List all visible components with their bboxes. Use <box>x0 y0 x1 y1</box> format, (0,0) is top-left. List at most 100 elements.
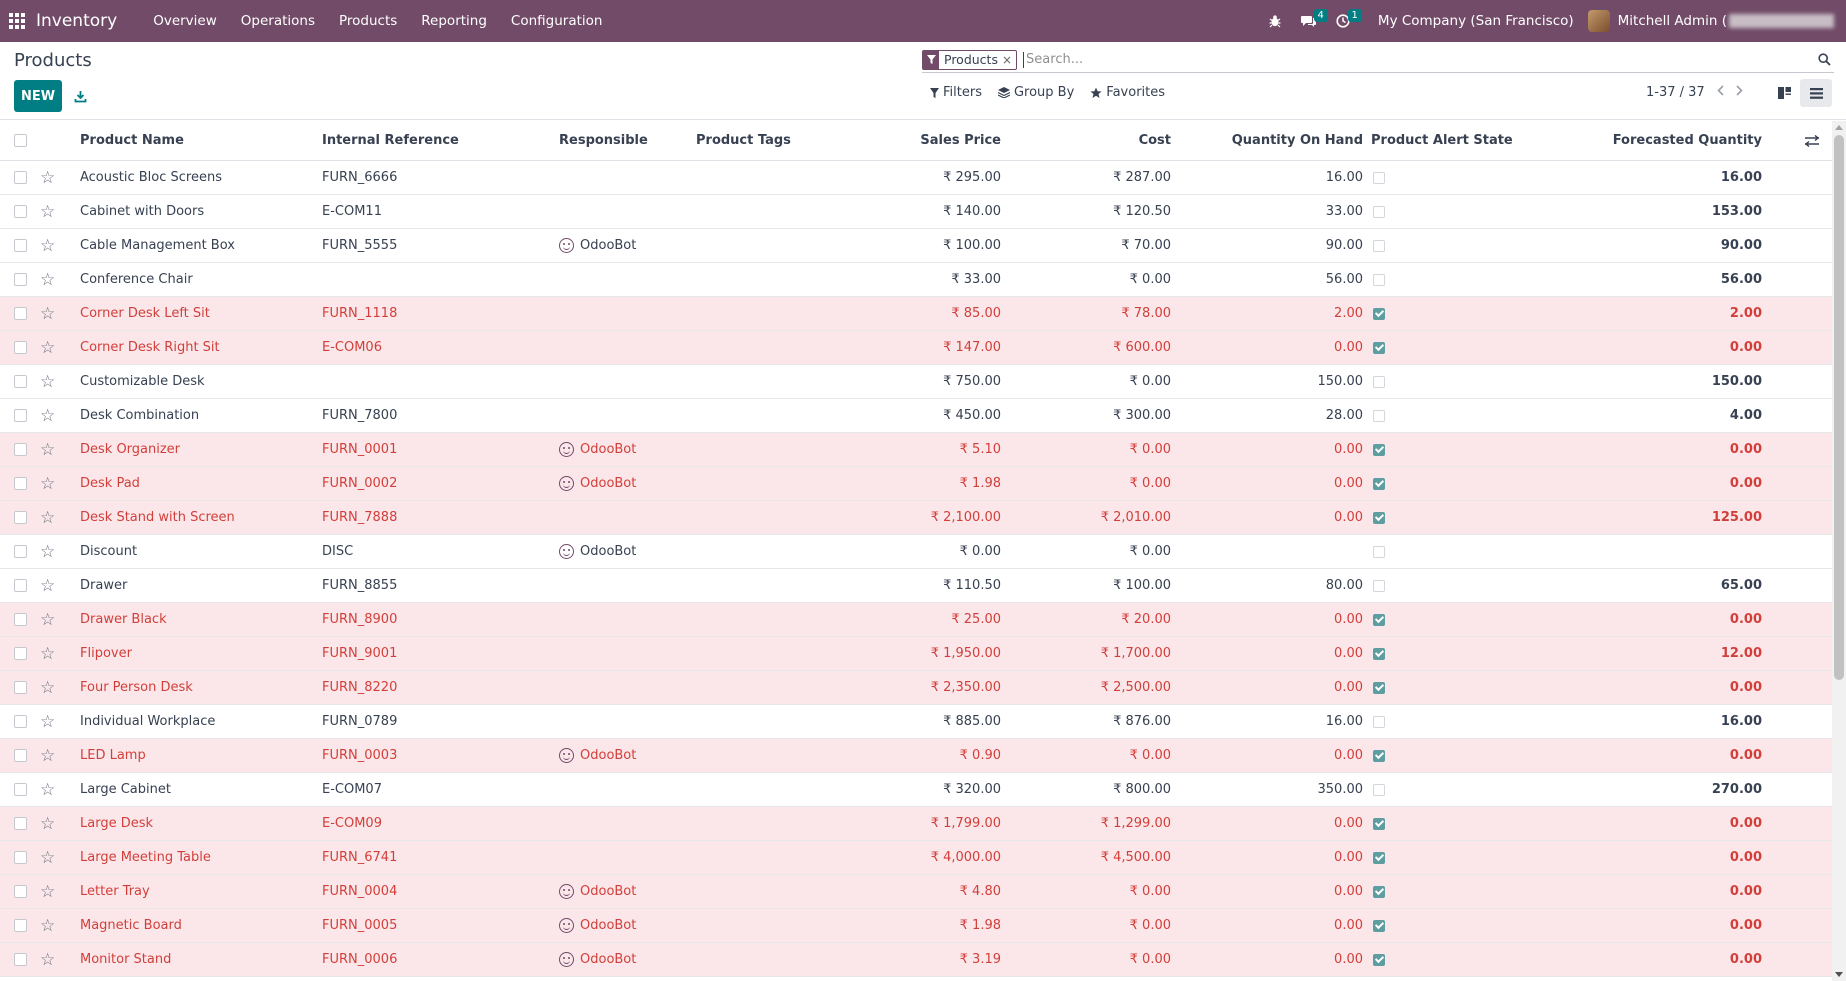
row-checkbox[interactable] <box>14 909 28 942</box>
row-checkbox[interactable] <box>14 229 28 262</box>
activity-clock-icon[interactable]: 1 <box>1330 0 1362 42</box>
company-switcher[interactable]: My Company (San Francisco) <box>1378 13 1574 29</box>
table-row[interactable]: ☆ Drawer Black FURN_8900 ₹ 25.00 ₹ 20.00 0.00… <box>0 603 1832 637</box>
row-checkbox[interactable] <box>14 739 28 772</box>
favorite-star-icon[interactable]: ☆ <box>40 637 60 670</box>
responsible-user[interactable]: OdooBot <box>559 229 689 262</box>
scroll-down-icon[interactable] <box>1835 972 1843 977</box>
table-row[interactable]: ☆ Discount DISC OdooBot ₹ 0.00 ₹ 0.00 <box>0 535 1832 569</box>
pager-next-icon[interactable] <box>1736 85 1743 100</box>
col-internal-reference[interactable]: Internal Reference <box>322 121 542 160</box>
responsible-user[interactable]: OdooBot <box>559 739 689 772</box>
favorite-star-icon[interactable]: ☆ <box>40 467 60 500</box>
row-checkbox[interactable] <box>14 943 28 976</box>
vertical-scrollbar[interactable] <box>1832 121 1846 981</box>
row-checkbox[interactable] <box>14 637 28 670</box>
row-checkbox[interactable] <box>14 365 28 398</box>
table-row[interactable]: ☆ Cable Management Box FURN_5555 OdooBot ₹ 1… <box>0 229 1832 263</box>
table-row[interactable]: ☆ Individual Workplace FURN_0789 ₹ 885.00 ₹ … <box>0 705 1832 739</box>
scroll-thumb[interactable] <box>1834 135 1844 680</box>
scroll-up-icon[interactable] <box>1835 125 1843 130</box>
responsible-user[interactable]: OdooBot <box>559 467 689 500</box>
favorite-star-icon[interactable]: ☆ <box>40 603 60 636</box>
search-input[interactable] <box>1023 51 1814 68</box>
table-row[interactable]: ☆ Large Meeting Table FURN_6741 ₹ 4,000.00 ₹… <box>0 841 1832 875</box>
download-icon[interactable] <box>70 86 90 106</box>
optional-columns-icon[interactable] <box>1802 121 1822 160</box>
table-row[interactable]: ☆ Desk Stand with Screen FURN_7888 ₹ 2,100.… <box>0 501 1832 535</box>
table-row[interactable]: ☆ Corner Desk Right Sit E-COM06 ₹ 147.00 ₹ 6… <box>0 331 1832 365</box>
table-row[interactable]: ☆ Letter Tray FURN_0004 OdooBot ₹ 4.80 ₹ 0.00… <box>0 875 1832 909</box>
favorite-star-icon[interactable]: ☆ <box>40 365 60 398</box>
row-checkbox[interactable] <box>14 705 28 738</box>
favorite-star-icon[interactable]: ☆ <box>40 501 60 534</box>
table-row[interactable]: ☆ Drawer FURN_8855 ₹ 110.50 ₹ 100.00 80.00 65.… <box>0 569 1832 603</box>
facet-remove-icon[interactable]: × <box>1002 53 1016 67</box>
table-row[interactable]: ☆ Flipover FURN_9001 ₹ 1,950.00 ₹ 1,700.00 0.… <box>0 637 1832 671</box>
row-checkbox[interactable] <box>14 399 28 432</box>
menu-overview[interactable]: Overview <box>141 13 229 29</box>
table-row[interactable]: ☆ Desk Organizer FURN_0001 OdooBot ₹ 5.10 ₹ 0… <box>0 433 1832 467</box>
col-quantity-on-hand[interactable]: Quantity On Hand <box>1180 121 1363 160</box>
filters-button[interactable]: Filters <box>930 85 982 100</box>
favorite-star-icon[interactable]: ☆ <box>40 195 60 228</box>
user-menu[interactable]: Mitchell Admin ( <box>1618 13 1834 29</box>
table-row[interactable]: ☆ Acoustic Bloc Screens FURN_6666 ₹ 295.00 ₹… <box>0 161 1832 195</box>
app-name[interactable]: Inventory <box>36 11 117 31</box>
col-product-tags[interactable]: Product Tags <box>696 121 846 160</box>
row-checkbox[interactable] <box>14 501 28 534</box>
table-row[interactable]: ☆ Cabinet with Doors E-COM11 ₹ 140.00 ₹ 120.… <box>0 195 1832 229</box>
table-row[interactable]: ☆ Conference Chair ₹ 33.00 ₹ 0.00 56.00 56.00 <box>0 263 1832 297</box>
row-checkbox[interactable] <box>14 161 28 194</box>
row-checkbox[interactable] <box>14 331 28 364</box>
search-icon[interactable] <box>1814 53 1834 66</box>
favorite-star-icon[interactable]: ☆ <box>40 161 60 194</box>
row-checkbox[interactable] <box>14 841 28 874</box>
table-row[interactable]: ☆ Customizable Desk ₹ 750.00 ₹ 0.00 150.00 15… <box>0 365 1832 399</box>
favorite-star-icon[interactable]: ☆ <box>40 433 60 466</box>
apps-menu-icon[interactable] <box>0 0 34 42</box>
select-all-checkbox[interactable] <box>14 121 28 160</box>
favorite-star-icon[interactable]: ☆ <box>40 535 60 568</box>
menu-operations[interactable]: Operations <box>229 13 327 29</box>
row-checkbox[interactable] <box>14 671 28 704</box>
table-row[interactable]: ☆ LED Lamp FURN_0003 OdooBot ₹ 0.90 ₹ 0.00 0.0… <box>0 739 1832 773</box>
col-forecasted-quantity[interactable]: Forecasted Quantity <box>1580 121 1762 160</box>
col-cost[interactable]: Cost <box>1030 121 1171 160</box>
favorite-star-icon[interactable]: ☆ <box>40 807 60 840</box>
menu-reporting[interactable]: Reporting <box>409 13 499 29</box>
favorites-button[interactable]: Favorites <box>1090 85 1165 100</box>
table-row[interactable]: ☆ Large Desk E-COM09 ₹ 1,799.00 ₹ 1,299.00 0.… <box>0 807 1832 841</box>
col-product-alert-state[interactable]: Product Alert State <box>1371 121 1551 160</box>
row-checkbox[interactable] <box>14 195 28 228</box>
menu-products[interactable]: Products <box>327 13 409 29</box>
table-row[interactable]: ☆ Desk Pad FURN_0002 OdooBot ₹ 1.98 ₹ 0.00 0.0… <box>0 467 1832 501</box>
row-checkbox[interactable] <box>14 433 28 466</box>
table-row[interactable]: ☆ Four Person Desk FURN_8220 ₹ 2,350.00 ₹ 2,… <box>0 671 1832 705</box>
table-row[interactable]: ☆ Monitor Stand FURN_0006 OdooBot ₹ 3.19 ₹ 0.… <box>0 943 1832 977</box>
responsible-user[interactable]: OdooBot <box>559 943 689 976</box>
favorite-star-icon[interactable]: ☆ <box>40 943 60 976</box>
row-checkbox[interactable] <box>14 535 28 568</box>
favorite-star-icon[interactable]: ☆ <box>40 331 60 364</box>
kanban-view-icon[interactable] <box>1768 79 1800 107</box>
col-product-name[interactable]: Product Name <box>80 121 310 160</box>
table-row[interactable]: ☆ Desk Combination FURN_7800 ₹ 450.00 ₹ 300.… <box>0 399 1832 433</box>
row-checkbox[interactable] <box>14 297 28 330</box>
favorite-star-icon[interactable]: ☆ <box>40 297 60 330</box>
favorite-star-icon[interactable]: ☆ <box>40 773 60 806</box>
table-row[interactable]: ☆ Corner Desk Left Sit FURN_1118 ₹ 85.00 ₹ 7… <box>0 297 1832 331</box>
favorite-star-icon[interactable]: ☆ <box>40 263 60 296</box>
row-checkbox[interactable] <box>14 263 28 296</box>
groupby-button[interactable]: Group By <box>997 85 1074 100</box>
row-checkbox[interactable] <box>14 875 28 908</box>
table-row[interactable]: ☆ Magnetic Board FURN_0005 OdooBot ₹ 1.98 ₹ 0… <box>0 909 1832 943</box>
favorite-star-icon[interactable]: ☆ <box>40 841 60 874</box>
favorite-star-icon[interactable]: ☆ <box>40 909 60 942</box>
row-checkbox[interactable] <box>14 773 28 806</box>
favorite-star-icon[interactable]: ☆ <box>40 671 60 704</box>
responsible-user[interactable]: OdooBot <box>559 875 689 908</box>
favorite-star-icon[interactable]: ☆ <box>40 229 60 262</box>
pager-prev-icon[interactable] <box>1717 85 1724 100</box>
col-responsible[interactable]: Responsible <box>559 121 689 160</box>
